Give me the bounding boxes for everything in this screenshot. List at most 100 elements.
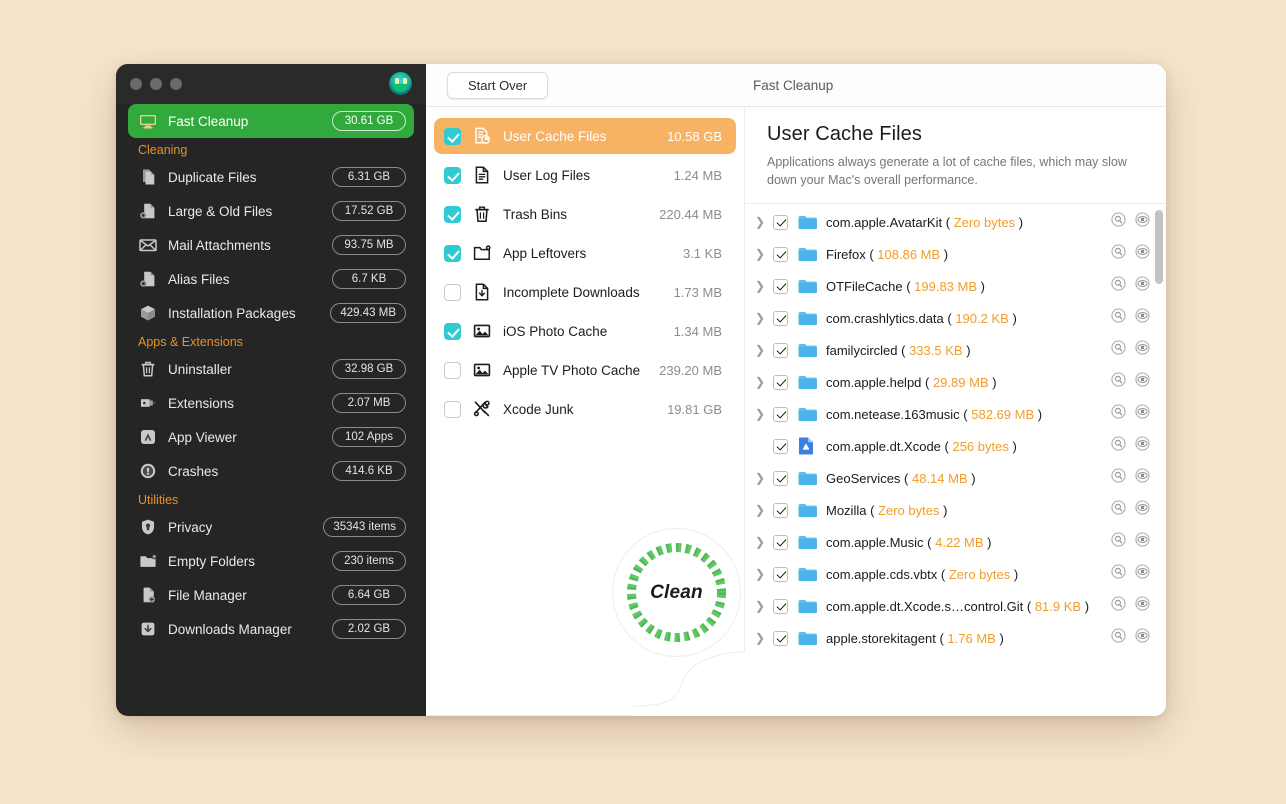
category-row[interactable]: Xcode Junk19.81 GB bbox=[434, 391, 736, 427]
magnifier-icon[interactable] bbox=[1111, 500, 1126, 520]
expand-chevron-icon[interactable]: ❯ bbox=[751, 568, 769, 580]
expand-chevron-icon[interactable]: ❯ bbox=[751, 536, 769, 548]
file-checkbox[interactable] bbox=[773, 343, 788, 358]
file-list-scrollbar[interactable] bbox=[1155, 206, 1163, 716]
magnifier-icon[interactable] bbox=[1111, 596, 1126, 616]
sidebar-item-alias-files[interactable]: Alias Files6.7 KB bbox=[128, 262, 414, 296]
minimize-button[interactable] bbox=[150, 78, 162, 90]
magnifier-icon[interactable] bbox=[1111, 308, 1126, 328]
magnifier-icon[interactable] bbox=[1111, 404, 1126, 424]
eye-icon[interactable] bbox=[1135, 372, 1150, 392]
category-row[interactable]: User Cache Files10.58 GB bbox=[434, 118, 736, 154]
file-checkbox[interactable] bbox=[773, 631, 788, 646]
file-checkbox[interactable] bbox=[773, 311, 788, 326]
category-row[interactable]: App Leftovers3.1 KB bbox=[434, 235, 736, 271]
category-row[interactable]: Incomplete Downloads1.73 MB bbox=[434, 274, 736, 310]
category-row[interactable]: Apple TV Photo Cache239.20 MB bbox=[434, 352, 736, 388]
magnifier-icon[interactable] bbox=[1111, 468, 1126, 488]
file-checkbox[interactable] bbox=[773, 471, 788, 486]
magnifier-icon[interactable] bbox=[1111, 628, 1126, 648]
file-checkbox[interactable] bbox=[773, 279, 788, 294]
eye-icon[interactable] bbox=[1135, 436, 1150, 456]
expand-chevron-icon[interactable]: ❯ bbox=[751, 408, 769, 420]
file-checkbox[interactable] bbox=[773, 535, 788, 550]
expand-chevron-icon[interactable]: ❯ bbox=[751, 472, 769, 484]
magnifier-icon[interactable] bbox=[1111, 276, 1126, 296]
expand-chevron-icon[interactable]: ❯ bbox=[751, 504, 769, 516]
file-row[interactable]: ❯OTFileCache ( 199.83 MB ) bbox=[745, 270, 1166, 302]
file-checkbox[interactable] bbox=[773, 375, 788, 390]
file-row[interactable]: ❯com.netease.163music ( 582.69 MB ) bbox=[745, 398, 1166, 430]
file-checkbox[interactable] bbox=[773, 599, 788, 614]
clean-button[interactable]: Clean bbox=[625, 541, 728, 644]
expand-chevron-icon[interactable]: ❯ bbox=[751, 216, 769, 228]
expand-chevron-icon[interactable]: ❯ bbox=[751, 280, 769, 292]
eye-icon[interactable] bbox=[1135, 244, 1150, 264]
expand-chevron-icon[interactable]: ❯ bbox=[751, 344, 769, 356]
eye-icon[interactable] bbox=[1135, 500, 1150, 520]
magnifier-icon[interactable] bbox=[1111, 436, 1126, 456]
file-row[interactable]: ❯Mozilla ( Zero bytes ) bbox=[745, 494, 1166, 526]
file-row[interactable]: ❯com.apple.AvatarKit ( Zero bytes ) bbox=[745, 206, 1166, 238]
expand-chevron-icon[interactable]: ❯ bbox=[751, 632, 769, 644]
start-over-button[interactable]: Start Over bbox=[447, 72, 548, 99]
expand-chevron-icon[interactable]: ❯ bbox=[751, 376, 769, 388]
file-row[interactable]: ❯familycircled ( 333.5 KB ) bbox=[745, 334, 1166, 366]
file-checkbox[interactable] bbox=[773, 439, 788, 454]
sidebar-item-duplicate-files[interactable]: Duplicate Files6.31 GB bbox=[128, 160, 414, 194]
eye-icon[interactable] bbox=[1135, 212, 1150, 232]
expand-chevron-icon[interactable]: ❯ bbox=[751, 600, 769, 612]
sidebar-item-installation-packages[interactable]: Installation Packages429.43 MB bbox=[128, 296, 414, 330]
category-checkbox[interactable] bbox=[444, 245, 461, 262]
category-checkbox[interactable] bbox=[444, 323, 461, 340]
file-row[interactable]: ❯com.apple.helpd ( 29.89 MB ) bbox=[745, 366, 1166, 398]
category-checkbox[interactable] bbox=[444, 401, 461, 418]
eye-icon[interactable] bbox=[1135, 532, 1150, 552]
magnifier-icon[interactable] bbox=[1111, 372, 1126, 392]
eye-icon[interactable] bbox=[1135, 308, 1150, 328]
sidebar-item-uninstaller[interactable]: Uninstaller32.98 GB bbox=[128, 352, 414, 386]
close-button[interactable] bbox=[130, 78, 142, 90]
magnifier-icon[interactable] bbox=[1111, 532, 1126, 552]
file-checkbox[interactable] bbox=[773, 215, 788, 230]
category-checkbox[interactable] bbox=[444, 362, 461, 379]
file-row[interactable]: ❯com.crashlytics.data ( 190.2 KB ) bbox=[745, 302, 1166, 334]
file-list[interactable]: ❯com.apple.AvatarKit ( Zero bytes )❯Fire… bbox=[745, 204, 1166, 716]
file-checkbox[interactable] bbox=[773, 247, 788, 262]
sidebar-item-downloads-manager[interactable]: Downloads Manager2.02 GB bbox=[128, 612, 414, 646]
category-row[interactable]: Trash Bins220.44 MB bbox=[434, 196, 736, 232]
sidebar-item-privacy[interactable]: Privacy35343 items bbox=[128, 510, 414, 544]
file-row[interactable]: ❯GeoServices ( 48.14 MB ) bbox=[745, 462, 1166, 494]
expand-chevron-icon[interactable]: ❯ bbox=[751, 312, 769, 324]
category-checkbox[interactable] bbox=[444, 167, 461, 184]
file-row[interactable]: ❯com.apple.dt.Xcode ( 256 bytes ) bbox=[745, 430, 1166, 462]
sidebar-item-app-viewer[interactable]: App Viewer102 Apps bbox=[128, 420, 414, 454]
eye-icon[interactable] bbox=[1135, 340, 1150, 360]
sidebar-item-extensions[interactable]: Extensions2.07 MB bbox=[128, 386, 414, 420]
file-row[interactable]: ❯apple.storekitagent ( 1.76 MB ) bbox=[745, 622, 1166, 654]
eye-icon[interactable] bbox=[1135, 564, 1150, 584]
file-checkbox[interactable] bbox=[773, 407, 788, 422]
file-row[interactable]: ❯com.apple.cds.vbtx ( Zero bytes ) bbox=[745, 558, 1166, 590]
magnifier-icon[interactable] bbox=[1111, 564, 1126, 584]
file-row[interactable]: ❯com.apple.Music ( 4.22 MB ) bbox=[745, 526, 1166, 558]
sidebar-item-file-manager[interactable]: File Manager6.64 GB bbox=[128, 578, 414, 612]
magnifier-icon[interactable] bbox=[1111, 340, 1126, 360]
sidebar-item-crashes[interactable]: Crashes414.6 KB bbox=[128, 454, 414, 488]
sidebar-item-fast-cleanup[interactable]: Fast Cleanup30.61 GB bbox=[128, 104, 414, 138]
eye-icon[interactable] bbox=[1135, 404, 1150, 424]
sidebar-item-mail-attachments[interactable]: Mail Attachments93.75 MB bbox=[128, 228, 414, 262]
file-row[interactable]: ❯Firefox ( 108.86 MB ) bbox=[745, 238, 1166, 270]
eye-icon[interactable] bbox=[1135, 276, 1150, 296]
zoom-button[interactable] bbox=[170, 78, 182, 90]
eye-icon[interactable] bbox=[1135, 468, 1150, 488]
eye-icon[interactable] bbox=[1135, 596, 1150, 616]
category-checkbox[interactable] bbox=[444, 206, 461, 223]
expand-chevron-icon[interactable]: ❯ bbox=[751, 248, 769, 260]
category-checkbox[interactable] bbox=[444, 128, 461, 145]
magnifier-icon[interactable] bbox=[1111, 244, 1126, 264]
file-list-scrollbar-thumb[interactable] bbox=[1155, 210, 1163, 284]
eye-icon[interactable] bbox=[1135, 628, 1150, 648]
file-checkbox[interactable] bbox=[773, 567, 788, 582]
file-checkbox[interactable] bbox=[773, 503, 788, 518]
